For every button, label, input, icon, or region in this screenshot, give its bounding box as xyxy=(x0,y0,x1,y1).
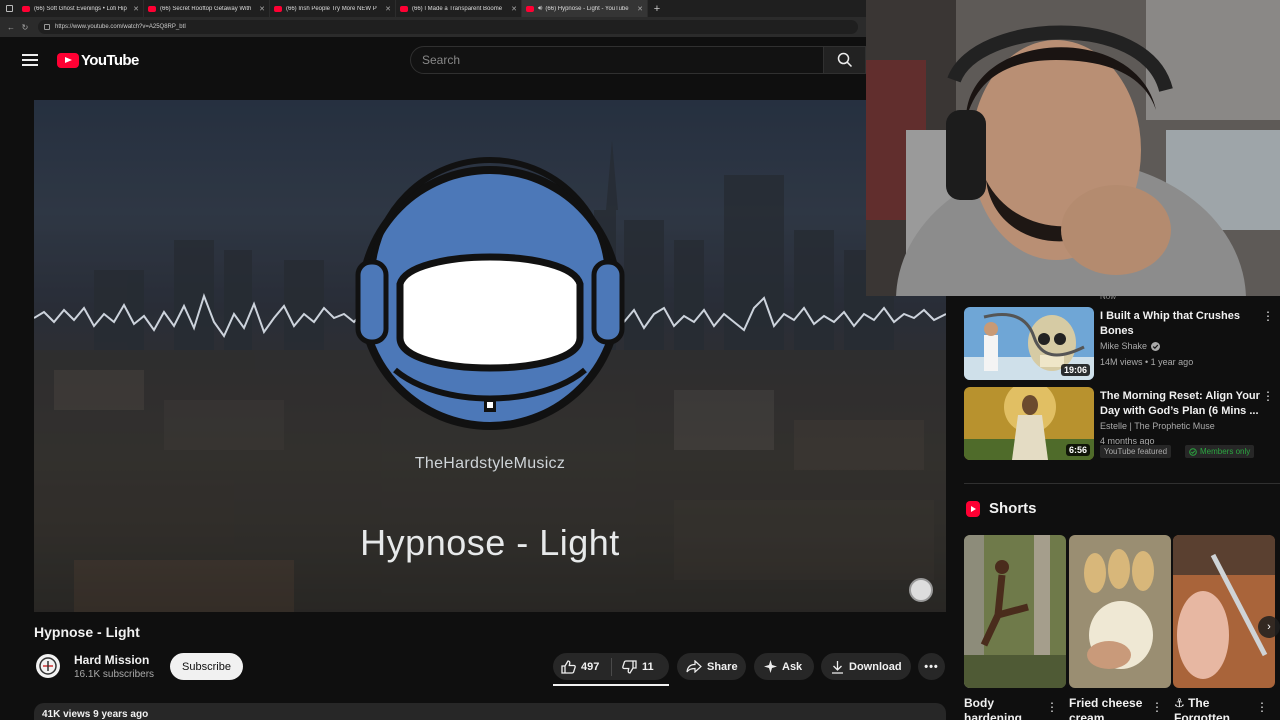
related-video-meta: 14M views • 1 year ago xyxy=(1100,357,1194,367)
close-tab-icon[interactable]: ✕ xyxy=(133,5,139,13)
subscribe-button[interactable]: Subscribe xyxy=(170,653,243,680)
like-count: 497 xyxy=(581,660,600,673)
short-thumbnail[interactable] xyxy=(1173,535,1275,688)
youtube-favicon-icon xyxy=(148,5,156,12)
close-tab-icon[interactable]: ✕ xyxy=(637,5,643,13)
youtube-favicon-icon xyxy=(22,5,30,12)
like-ratio-bar xyxy=(553,684,669,686)
more-horizontal-icon: ••• xyxy=(924,660,939,673)
video-title: Hypnose - Light xyxy=(34,624,140,640)
site-info-icon[interactable] xyxy=(44,24,50,30)
more-vert-icon[interactable]: ⋮ xyxy=(1151,700,1163,714)
more-vert-icon[interactable]: ⋮ xyxy=(1262,389,1274,403)
youtube-featured-badge: YouTube featured xyxy=(1100,445,1172,458)
browser-tab-1[interactable]: (66) Soft Ghost Evenings • Lofi Hip ✕ xyxy=(18,0,144,17)
screen: (66) Soft Ghost Evenings • Lofi Hip ✕ (66… xyxy=(0,0,1280,720)
webcam-person-image xyxy=(866,0,1280,296)
like-dislike-group: 497 11 xyxy=(553,653,669,680)
share-icon xyxy=(686,660,702,673)
more-vert-icon[interactable]: ⋮ xyxy=(1256,700,1268,714)
related-video-item[interactable]: 6:56 The Morning Reset: Align Your Day wi… xyxy=(964,387,1274,462)
youtube-logo[interactable]: YouTube xyxy=(57,52,139,69)
related-video-title[interactable]: I Built a Whip that Crushes Bones xyxy=(1100,309,1260,339)
speaker-icon[interactable]: 🔊︎ xyxy=(538,5,542,13)
like-button[interactable]: 497 xyxy=(553,659,611,674)
youtube-play-logo-icon xyxy=(57,52,79,68)
browser-tab-3[interactable]: (66) Irish People Try More NEW P ✕ xyxy=(270,0,396,17)
related-video-title[interactable]: The Morning Reset: Align Your Day with Go… xyxy=(1100,389,1260,419)
dislike-button[interactable]: 11 xyxy=(612,659,654,674)
player-channel-avatar[interactable] xyxy=(909,578,933,602)
youtube-header: YouTube xyxy=(0,37,866,83)
thumbs-up-icon xyxy=(561,659,576,674)
short-image xyxy=(1173,535,1275,688)
close-tab-icon[interactable]: ✕ xyxy=(259,5,265,13)
youtube-favicon-icon xyxy=(274,5,282,12)
shorts-shelf-header: Shorts xyxy=(966,500,1037,517)
short-title[interactable]: Body hardening xyxy=(964,696,1054,720)
view-count-date: 41K views 9 years ago xyxy=(42,709,149,720)
browser-tab-5-active[interactable]: 🔊︎ (66) Hypnose - Light - YouTube ✕ xyxy=(522,0,648,17)
members-check-icon xyxy=(1189,447,1197,456)
tab-actions-icon[interactable] xyxy=(0,0,18,17)
channel-avatar[interactable] xyxy=(36,654,60,678)
youtube-favicon-icon xyxy=(400,5,408,12)
short-image xyxy=(964,535,1066,688)
browser-tab-2[interactable]: (66) Secret Rooftop Getaway With ✕ xyxy=(144,0,270,17)
video-duration: 6:56 xyxy=(1065,444,1090,456)
search-box[interactable] xyxy=(410,46,824,74)
short-title[interactable]: Fried cheese cream xyxy=(1069,696,1149,720)
description-box[interactable]: 41K views 9 years ago xyxy=(34,703,946,720)
verified-check-icon xyxy=(1151,341,1161,351)
ask-button[interactable]: Ask xyxy=(754,653,814,680)
sparkle-icon xyxy=(764,660,777,673)
youtube-favicon-icon xyxy=(526,5,534,12)
back-arrow-icon[interactable]: ← xyxy=(4,23,18,32)
related-video-item[interactable]: 19:06 I Built a Whip that Crushes Bones M… xyxy=(964,307,1274,382)
more-vert-icon[interactable]: ⋮ xyxy=(1262,309,1274,323)
close-tab-icon[interactable]: ✕ xyxy=(511,5,517,13)
new-tab-button[interactable]: + xyxy=(648,3,666,15)
player-channel-watermark: TheHardstyleMusicz xyxy=(414,455,566,472)
hamburger-menu-icon[interactable] xyxy=(22,54,38,66)
thumbs-down-icon xyxy=(622,659,637,674)
more-actions-button[interactable]: ••• xyxy=(918,653,945,680)
related-video-channel[interactable]: Mike Shake xyxy=(1100,341,1161,351)
share-button[interactable]: Share xyxy=(677,653,746,680)
close-tab-icon[interactable]: ✕ xyxy=(385,5,391,13)
search-button[interactable] xyxy=(823,46,866,74)
shorts-next-arrow-icon[interactable]: › xyxy=(1258,616,1280,638)
more-vert-icon[interactable]: ⋮ xyxy=(1046,700,1058,714)
subscriber-count: 16.1K subscribers xyxy=(74,669,155,680)
address-bar-row: ← ↻ https://www.youtube.com/watch?v=A25Q… xyxy=(0,17,866,37)
sidebar-partial-label: Now xyxy=(1100,292,1117,301)
webcam-overlay xyxy=(866,0,1280,296)
video-duration: 19:06 xyxy=(1060,364,1090,376)
shorts-logo-icon xyxy=(966,500,980,517)
search-input[interactable] xyxy=(422,53,823,67)
related-video-channel[interactable]: Estelle | The Prophetic Muse xyxy=(1100,421,1215,431)
video-thumbnail[interactable]: 6:56 xyxy=(964,387,1094,460)
short-image xyxy=(1069,535,1171,688)
dislike-count: 11 xyxy=(642,660,654,673)
short-title[interactable]: ⚓ The Forgotten xyxy=(1174,696,1252,720)
reload-icon[interactable]: ↻ xyxy=(18,23,32,32)
url-field[interactable]: https://www.youtube.com/watch?v=A25Q8RP_… xyxy=(38,20,858,34)
player-track-watermark: Hypnose - Light xyxy=(360,522,620,563)
download-button[interactable]: Download xyxy=(821,653,911,680)
short-thumbnail[interactable] xyxy=(1069,535,1171,688)
short-thumbnail[interactable] xyxy=(964,535,1066,688)
channel-name[interactable]: Hard Mission xyxy=(74,653,149,667)
video-player[interactable]: TheHardstyleMusicz Hypnose - Light xyxy=(34,100,946,612)
video-thumbnail[interactable]: 19:06 xyxy=(964,307,1094,380)
channel-logo-icon xyxy=(39,657,57,675)
members-only-badge: Members only xyxy=(1185,445,1255,458)
search-icon xyxy=(837,52,852,68)
browser-tab-4[interactable]: (66) I Made a Transparent Boome ✕ xyxy=(396,0,522,17)
section-divider xyxy=(964,483,1280,484)
download-icon xyxy=(831,660,844,674)
